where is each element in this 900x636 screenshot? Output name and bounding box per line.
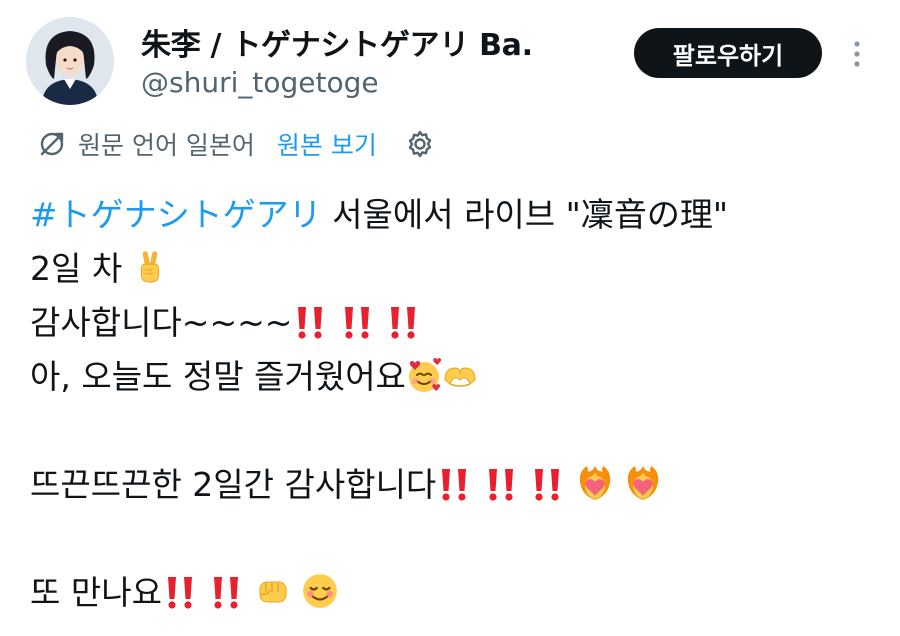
heart-hands-emoji xyxy=(442,358,478,394)
tweet-line-4-text: 아, 오늘도 정말 즐거웠어요 xyxy=(30,357,406,396)
translate-icon xyxy=(38,130,66,158)
double-exclamation-emoji xyxy=(339,304,375,340)
display-name[interactable]: 朱李 / トゲナシトゲアリ Ba. xyxy=(141,20,533,64)
user-handle[interactable]: @shuri_togetoge xyxy=(141,66,379,99)
tweet-header: 朱李 / トゲナシトゲアリ Ba. @shuri_togetoge 팔로우하기 xyxy=(0,0,900,120)
tweet-line-8-text: 또 만나요 xyxy=(30,573,162,612)
double-exclamation-emoji xyxy=(208,574,244,610)
hashtag-link[interactable]: #トゲナシトゲアリ xyxy=(30,195,322,234)
double-exclamation-emoji xyxy=(529,466,565,502)
heart-on-fire-emoji xyxy=(576,464,614,502)
smiling-face-emoji xyxy=(301,572,339,610)
double-exclamation-emoji xyxy=(385,304,421,340)
smiling-face-with-hearts-emoji xyxy=(406,358,442,394)
more-vertical-icon[interactable] xyxy=(842,36,872,72)
tweet-line-3: 감사합니다~~~~ xyxy=(30,296,880,350)
tweet-text: #トゲナシトゲアリ 서울에서 라이브 "凜音の理" 2일 차 감사합니다~~~~… xyxy=(30,188,880,620)
double-exclamation-emoji xyxy=(483,466,519,502)
tweet-line-1: #トゲナシトゲアリ 서울에서 라이브 "凜音の理" xyxy=(30,188,880,242)
avatar-image xyxy=(26,17,114,105)
tweet-line-6-text: 뜨끈뜨끈한 2일간 감사합니다 xyxy=(30,465,437,504)
translation-bar: 원문 언어 일본어 원본 보기 xyxy=(38,124,435,164)
tweet-line-1-text: 서울에서 라이브 "凜音の理" xyxy=(321,195,729,234)
tweet-line-2-text: 2일 차 xyxy=(30,249,123,288)
oncoming-fist-emoji xyxy=(255,574,291,610)
victory-hand-emoji xyxy=(133,250,167,286)
gear-icon[interactable] xyxy=(405,129,435,159)
tweet-line-2: 2일 차 xyxy=(30,242,880,296)
tweet-line-8: 또 만나요 xyxy=(30,566,880,620)
double-exclamation-emoji xyxy=(436,466,472,502)
original-language-text: 원문 언어 일본어 xyxy=(78,131,255,160)
tweet-line-3-text: 감사합니다~~~~ xyxy=(30,303,293,342)
view-original-link[interactable]: 원본 보기 xyxy=(277,126,377,162)
tweet-line-6: 뜨끈뜨끈한 2일간 감사합니다 xyxy=(30,458,880,512)
heart-on-fire-emoji xyxy=(624,464,662,502)
avatar[interactable] xyxy=(26,17,114,105)
double-exclamation-emoji xyxy=(162,574,198,610)
tweet-line-4: 아, 오늘도 정말 즐거웠어요 xyxy=(30,350,880,404)
follow-button[interactable]: 팔로우하기 xyxy=(634,28,822,78)
double-exclamation-emoji xyxy=(292,304,328,340)
